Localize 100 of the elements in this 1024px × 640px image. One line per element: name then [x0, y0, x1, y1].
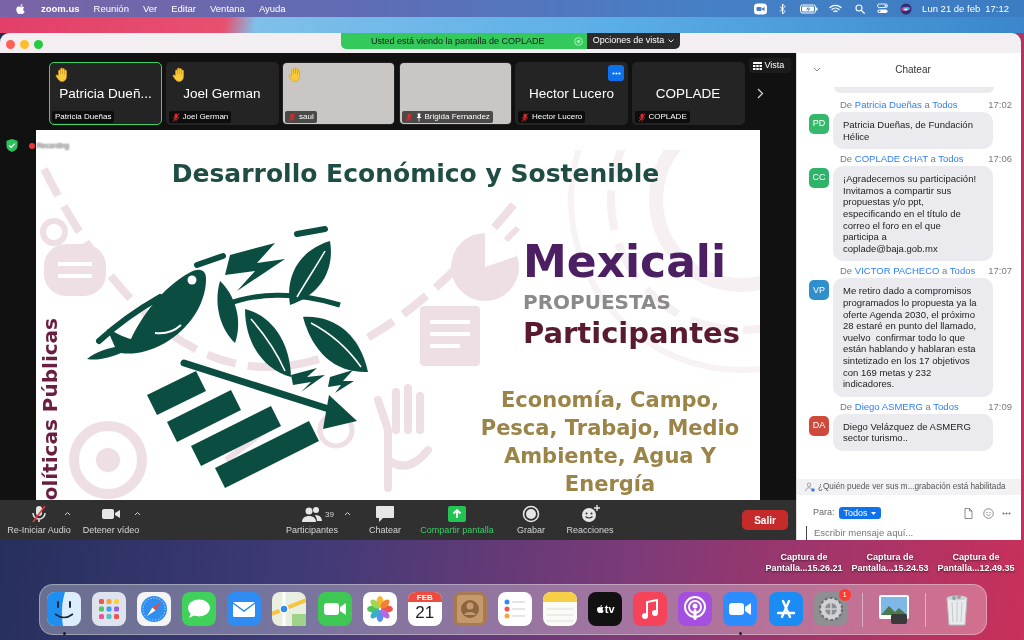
map-icon[interactable]	[272, 592, 307, 626]
avatar: DA	[809, 415, 829, 436]
grid-icon	[752, 61, 762, 70]
compass-icon[interactable]	[137, 592, 172, 626]
toolbar-button[interactable]: 39 Participantes	[280, 500, 344, 540]
message-sender-line: De COPLADE CHAT a Todos	[840, 153, 964, 166]
notepad-icon[interactable]	[543, 592, 578, 626]
file-label[interactable]: Captura de Pantalla...15.26.21	[762, 552, 846, 574]
toolbar-button[interactable]: Reacciones	[565, 500, 615, 540]
participant-name: Hector Lucero	[529, 85, 614, 102]
avatar: PD	[809, 114, 829, 134]
view-options-button[interactable]: Opciones de vista	[587, 33, 680, 49]
participant-tile[interactable]: Hector Lucero Hector Lucero	[515, 62, 628, 125]
app-menu[interactable]: zoom.us	[41, 2, 80, 15]
notice-text: ¿Quién puede ver sus m...grabación está habilitada	[818, 482, 1006, 492]
menu-bar-time[interactable]: 17:12	[985, 2, 1009, 15]
toolbar-button[interactable]: Compartir pantalla	[417, 500, 497, 540]
message-input[interactable]: Escribir mensaje aquí...	[806, 526, 1013, 540]
more-options-button[interactable]	[608, 65, 624, 81]
apple-logo-icon	[595, 604, 604, 614]
shield-check-icon	[6, 139, 18, 152]
avatar: VP	[809, 280, 829, 301]
control-center-icon[interactable]	[877, 3, 889, 14]
video-camera-icon[interactable]	[317, 592, 352, 626]
message-time: 17:07	[988, 265, 1012, 278]
smiley-plus-icon	[580, 505, 600, 523]
slide-heading: Participantes	[523, 317, 742, 349]
participant-tile[interactable]: COPLADE COPLADE	[631, 62, 745, 125]
chevron-down-icon	[668, 39, 675, 43]
caret-up-icon[interactable]	[64, 511, 71, 516]
speech-bubble-icon[interactable]	[182, 592, 217, 626]
tv-label: tv	[604, 603, 615, 615]
more-icon[interactable]	[1002, 511, 1011, 515]
caret-up-icon[interactable]	[344, 511, 351, 516]
siri-orb-icon[interactable]	[900, 2, 913, 15]
calendar-day: 21	[415, 602, 435, 624]
slide-topics: Economía, Campo, Pesca, Trabajo, Medio Ambiente, Agua Y Energía	[479, 387, 741, 498]
participant-tile[interactable]: saul	[282, 62, 395, 125]
calendar-icon[interactable]: FEB 21	[407, 592, 442, 626]
landscape-photo-icon[interactable]	[876, 592, 911, 626]
letter-a-icon[interactable]	[768, 592, 803, 626]
chat-title: Chatear	[894, 64, 932, 76]
leave-button[interactable]: Salir	[742, 510, 788, 530]
message-time: 17:06	[988, 153, 1012, 166]
podcast-icon[interactable]	[678, 592, 713, 626]
video-camera-icon[interactable]	[754, 2, 768, 15]
calendar-month: FEB	[416, 592, 433, 602]
participant-name: COPLADE	[655, 85, 721, 102]
video-camera-icon[interactable]	[723, 592, 758, 626]
app-grid-icon[interactable]	[92, 592, 127, 626]
recording-dot-icon	[29, 142, 35, 149]
message-sender-line: De Patricia Dueñas a Todos	[840, 99, 958, 111]
participant-name: Patricia Dueñ...	[59, 85, 152, 102]
participant-label: COPLADE	[648, 112, 687, 122]
recipient-dropdown[interactable]: Todos	[838, 507, 881, 519]
message-time: 17:02	[988, 99, 1012, 111]
slide-city: Mexicali	[523, 238, 728, 286]
toolbar-button[interactable]: Detener vídeo	[81, 500, 141, 540]
share-screen-icon	[447, 505, 467, 523]
wifi-icon[interactable]	[829, 3, 843, 14]
battery-icon[interactable]	[800, 3, 819, 14]
menu-item[interactable]: Ventana	[210, 2, 245, 15]
record-icon	[521, 505, 541, 523]
smiling-face-icon[interactable]	[47, 592, 81, 626]
menu-item[interactable]: Editar	[171, 2, 196, 15]
music-note-icon[interactable]	[633, 592, 668, 626]
menu-item[interactable]: Ayuda	[258, 2, 286, 15]
speech-bubble-icon	[375, 505, 395, 523]
close-icon[interactable]	[6, 40, 15, 49]
menu-bar-date[interactable]: Lun 21 de feb	[922, 2, 981, 15]
chevron-right-icon[interactable]	[756, 88, 764, 99]
participant-label: Brigida Fernandez	[424, 112, 490, 122]
apple-logo-icon[interactable]	[15, 2, 25, 15]
file-label[interactable]: Captura de Pantalla...12.49.35	[934, 552, 1018, 574]
envelope-icon[interactable]	[227, 592, 262, 626]
toolbar-button[interactable]: Re-Iniciar Audio	[6, 500, 72, 540]
search-icon[interactable]	[855, 3, 866, 14]
participant-count: 39	[325, 508, 334, 520]
ring-dot-icon	[574, 36, 583, 46]
toolbar-button[interactable]: Chatear	[365, 500, 405, 540]
file-label[interactable]: Captura de Pantalla...15.24.53	[848, 552, 932, 574]
file-icon[interactable]	[964, 507, 973, 519]
checklist-icon[interactable]	[497, 592, 532, 626]
slide-subtitle: PROPUESTAS	[523, 291, 672, 313]
participant-tile[interactable]: Patricia Dueñ... Patricia Dueñas	[49, 62, 162, 125]
chevron-down-icon[interactable]	[813, 67, 821, 72]
participant-label: Hector Lucero	[532, 112, 583, 122]
gear-icon[interactable]	[813, 592, 848, 626]
menu-item[interactable]: Ver	[142, 2, 158, 15]
message-bubble: ¡Agradecemos su participación! Invitamos a compartir sus propuestas y/o ppt, especificando en el título de correo el foro en el que participa a coplade@baja.gob.mx	[833, 166, 993, 262]
caret-up-icon[interactable]	[134, 511, 141, 516]
message-bubble: Me retiro dado a compromisos programados lo propuesta ya la oferte Agenda 2030, el próximo 28 estaré en punto del llamado, vuelvo confirmar todo lo que están hablando y hablaran esta sintetizado en los 17 objetivos con 169 metas y 232 indicadores.	[833, 278, 993, 397]
participant-tile[interactable]: Brigida Fernandez	[398, 62, 512, 125]
participant-tile[interactable]: Joel German Joel German	[165, 62, 279, 125]
view-button[interactable]: Vista	[748, 58, 791, 73]
menu-item[interactable]: Reunión	[93, 2, 129, 15]
tv-app-icon[interactable]: tv	[588, 592, 623, 626]
bluetooth-icon[interactable]	[779, 2, 787, 15]
toolbar-button[interactable]: Grabar	[513, 500, 549, 540]
flower-icon[interactable]	[362, 592, 397, 626]
